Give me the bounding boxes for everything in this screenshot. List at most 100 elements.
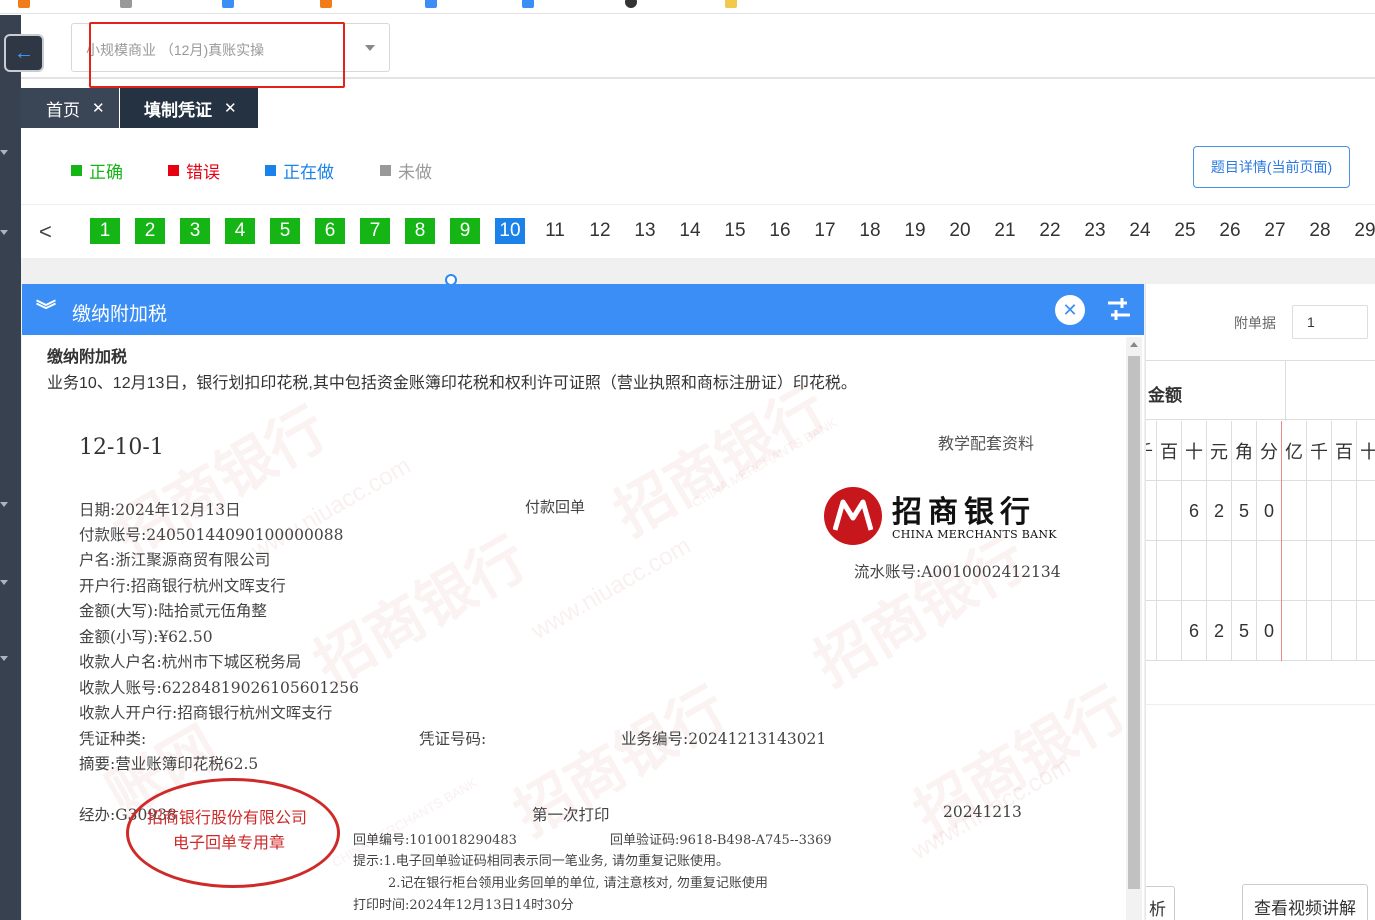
- digit-cell[interactable]: [1306, 601, 1331, 661]
- business-number: 业务编号:20241213143021: [621, 730, 827, 748]
- question-number-11[interactable]: 11: [540, 218, 570, 244]
- digit-cell[interactable]: 5: [1231, 601, 1256, 661]
- chevron-down-icon: [365, 45, 375, 51]
- question-number-25[interactable]: 25: [1170, 218, 1200, 244]
- digit-cell[interactable]: [1356, 481, 1375, 541]
- chevron-down-icon[interactable]: [0, 150, 9, 155]
- digit-cell[interactable]: 5: [1231, 481, 1256, 541]
- digit-cell[interactable]: [1306, 481, 1331, 541]
- question-number-1[interactable]: 1: [90, 218, 120, 244]
- bookmark-item[interactable]: [120, 0, 136, 8]
- question-number-4[interactable]: 4: [225, 218, 255, 244]
- swap-icon[interactable]: [1105, 294, 1133, 324]
- question-number-3[interactable]: 3: [180, 218, 210, 244]
- analysis-button[interactable]: 析: [1146, 886, 1175, 920]
- question-number-7[interactable]: 7: [360, 218, 390, 244]
- digit-cell[interactable]: [1281, 541, 1306, 601]
- tab-home[interactable]: 首页 ✕: [21, 88, 119, 128]
- question-number-bar: < 1 2 3 4 5 6 7 8 9 10 11 12 13 14 15 16 17 18 19 20 21 22 23 2…: [21, 204, 1375, 258]
- question-panel: ︾ 缴纳附加税 ✕ 缴纳附加税 业务10、12月13日，银行划扣印花税,其中包括…: [22, 284, 1144, 920]
- digit-cell[interactable]: [1146, 601, 1156, 661]
- question-number-24[interactable]: 24: [1125, 218, 1155, 244]
- digit-cell[interactable]: [1156, 481, 1181, 541]
- digit-cell[interactable]: [1231, 541, 1256, 601]
- bookmark-item[interactable]: [320, 0, 336, 8]
- digit-header-row: 千百十元角分亿千百十: [1146, 421, 1375, 481]
- digit-cell[interactable]: [1156, 541, 1181, 601]
- digit-cell[interactable]: [1356, 541, 1375, 601]
- double-chevron-down-icon[interactable]: ︾: [36, 294, 56, 323]
- attachments-count-input[interactable]: 1: [1292, 305, 1368, 339]
- digit-cell[interactable]: [1331, 541, 1356, 601]
- chevron-down-icon[interactable]: [0, 502, 9, 507]
- bookmark-item[interactable]: [425, 0, 441, 8]
- amount-row[interactable]: 6250: [1146, 481, 1375, 541]
- bookmark-item[interactable]: [222, 0, 238, 8]
- question-number-16[interactable]: 16: [765, 218, 795, 244]
- digit-cell[interactable]: [1181, 541, 1206, 601]
- bookmark-item[interactable]: [18, 0, 34, 8]
- question-number-8[interactable]: 8: [405, 218, 435, 244]
- question-number-26[interactable]: 26: [1215, 218, 1245, 244]
- digit-cell[interactable]: [1146, 541, 1156, 601]
- digit-cell[interactable]: [1306, 541, 1331, 601]
- question-number-21[interactable]: 21: [990, 218, 1020, 244]
- digit-cell[interactable]: [1206, 541, 1231, 601]
- question-heading: 缴纳附加税: [47, 349, 128, 366]
- digit-cell[interactable]: 0: [1256, 601, 1281, 661]
- digit-cell[interactable]: [1281, 601, 1306, 661]
- question-number-28[interactable]: 28: [1305, 218, 1335, 244]
- digit-cell[interactable]: [1356, 601, 1375, 661]
- question-number-6[interactable]: 6: [315, 218, 345, 244]
- amount-row[interactable]: [1146, 541, 1375, 601]
- digit-cell[interactable]: [1256, 541, 1281, 601]
- chevron-down-icon[interactable]: [0, 580, 9, 585]
- chevron-down-icon[interactable]: [0, 230, 9, 235]
- chevron-down-icon[interactable]: [0, 656, 9, 661]
- attachments-label: 附单据: [1234, 315, 1276, 331]
- question-number-14[interactable]: 14: [675, 218, 705, 244]
- voucher-panel: 附单据 1 金额 千百十元角分亿千百十 6250 6250 析 查看视频讲解: [1145, 284, 1375, 920]
- question-number-23[interactable]: 23: [1080, 218, 1110, 244]
- square-icon: [380, 165, 391, 176]
- scrollbar-thumb[interactable]: [1128, 356, 1140, 889]
- question-number-19[interactable]: 19: [900, 218, 930, 244]
- digit-cell[interactable]: [1156, 601, 1181, 661]
- question-number-12[interactable]: 12: [585, 218, 615, 244]
- question-detail-button[interactable]: 题目详情(当前页面): [1193, 146, 1350, 188]
- question-number-9[interactable]: 9: [450, 218, 480, 244]
- bookmark-item[interactable]: [625, 0, 641, 8]
- question-number-5[interactable]: 5: [270, 218, 300, 244]
- question-number-13[interactable]: 13: [630, 218, 660, 244]
- digit-cell[interactable]: [1281, 481, 1306, 541]
- tab-fill-voucher[interactable]: 填制凭证 ✕: [120, 88, 258, 128]
- digit-cell[interactable]: [1146, 481, 1156, 541]
- digit-cell[interactable]: [1331, 601, 1356, 661]
- bank-receipt-image: 招商银行 招商银行 招商银行 招商银行 招商银行 招商银行 账网 www.niu…: [42, 374, 1124, 920]
- question-number-2[interactable]: 2: [135, 218, 165, 244]
- close-icon[interactable]: ✕: [224, 99, 237, 117]
- question-number-20[interactable]: 20: [945, 218, 975, 244]
- question-number-27[interactable]: 27: [1260, 218, 1290, 244]
- scroll-up-icon[interactable]: [1130, 342, 1138, 347]
- question-number-17[interactable]: 17: [810, 218, 840, 244]
- digit-cell[interactable]: 0: [1256, 481, 1281, 541]
- bookmark-item[interactable]: [522, 0, 538, 8]
- digit-cell[interactable]: 6: [1181, 601, 1206, 661]
- question-number-18[interactable]: 18: [855, 218, 885, 244]
- chevron-left-icon[interactable]: <: [39, 219, 52, 245]
- watch-video-button[interactable]: 查看视频讲解: [1242, 884, 1368, 920]
- digit-cell[interactable]: 2: [1206, 481, 1231, 541]
- close-icon[interactable]: ✕: [92, 99, 105, 117]
- question-number-22[interactable]: 22: [1035, 218, 1065, 244]
- digit-cell[interactable]: [1331, 481, 1356, 541]
- digit-cell[interactable]: 2: [1206, 601, 1231, 661]
- digit-cell[interactable]: 6: [1181, 481, 1206, 541]
- close-icon[interactable]: ✕: [1055, 295, 1085, 325]
- question-number-29[interactable]: 29: [1350, 218, 1375, 244]
- stamp-text: 招商银行股份有限公司: [147, 808, 308, 827]
- question-number-15[interactable]: 15: [720, 218, 750, 244]
- bookmark-item[interactable]: [725, 0, 741, 8]
- collapse-sidebar-button[interactable]: ←: [4, 34, 44, 72]
- question-number-10[interactable]: 10: [495, 218, 525, 244]
